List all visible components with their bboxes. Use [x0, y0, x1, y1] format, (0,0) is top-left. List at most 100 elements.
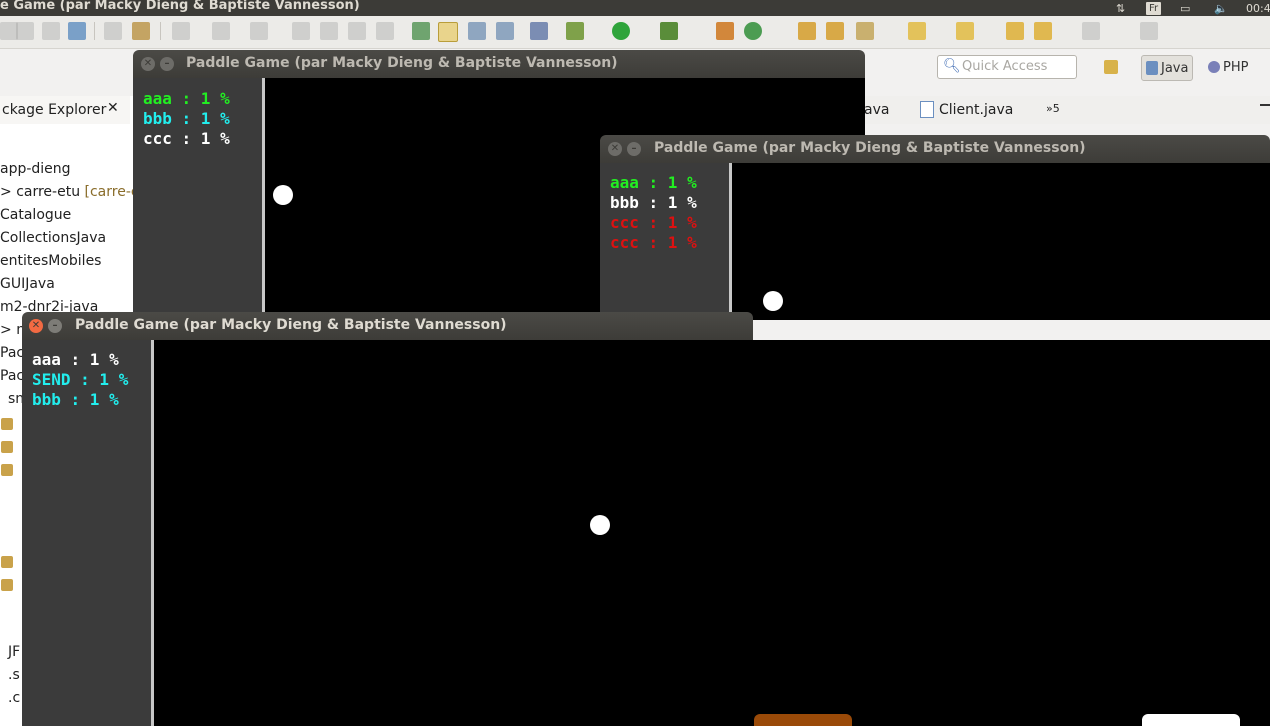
close-icon[interactable]: ✕: [107, 100, 119, 116]
use-step-filters-icon[interactable]: [250, 22, 268, 40]
package-icon: [1, 464, 13, 476]
open-type-icon[interactable]: [798, 22, 816, 40]
quick-access-placeholder: Quick Access: [962, 59, 1048, 74]
minimize-icon[interactable]: –: [48, 319, 62, 333]
package-icon: [1, 579, 13, 591]
score-panel: aaa : 1 % bbb : 1 % ccc : 1 % ccc : 1 %: [600, 163, 729, 320]
minimize-icon[interactable]: –: [627, 142, 641, 156]
last-edit-icon[interactable]: [1006, 22, 1024, 40]
active-window-title: e Game (par Macky Dieng & Baptiste Vanne…: [0, 0, 360, 13]
back-icon[interactable]: [1034, 22, 1052, 40]
coverage-icon[interactable]: [660, 22, 678, 40]
minimize-icon[interactable]: [1260, 104, 1270, 106]
score-line: ccc : 1 %: [610, 213, 697, 232]
score-panel: aaa : 1 % SEND : 1 % bbb : 1 %: [22, 340, 151, 726]
mark-occurrences-icon[interactable]: [438, 22, 458, 42]
package-item-catalogue[interactable]: Catalogue: [0, 207, 71, 223]
package-item[interactable]: sn: [0, 391, 24, 407]
toggle-breadcrumb-icon[interactable]: [104, 22, 122, 40]
paddle-white[interactable]: [1142, 714, 1240, 726]
paddle-game-window-active: ✕ – Paddle Game (par Macky Dieng & Bapti…: [22, 312, 1270, 726]
open-perspective-button[interactable]: [1100, 55, 1122, 79]
package-icon: [1, 418, 13, 430]
previous-annotation-icon[interactable]: [956, 22, 974, 40]
save-all-icon[interactable]: [42, 22, 60, 40]
debug-icon[interactable]: [566, 22, 584, 40]
package-item[interactable]: Pac: [0, 368, 24, 384]
package-item[interactable]: JF: [0, 644, 20, 660]
window-title: Paddle Game (par Macky Dieng & Baptiste …: [186, 55, 618, 71]
game-field[interactable]: [154, 340, 1270, 726]
save-icon[interactable]: [16, 22, 34, 40]
network-arrows-icon[interactable]: ⇅: [1116, 0, 1125, 16]
package-icon: [1, 441, 13, 453]
paddle-orange[interactable]: [754, 714, 852, 726]
package-item[interactable]: Pac: [0, 345, 24, 361]
package-icon: [1, 556, 13, 568]
ball: [763, 291, 783, 311]
new-java-project-icon[interactable]: [412, 22, 430, 40]
drop-to-frame-icon[interactable]: [172, 22, 190, 40]
ball: [590, 515, 610, 535]
new-package-icon[interactable]: [716, 22, 734, 40]
close-icon[interactable]: ✕: [608, 142, 622, 156]
score-line: SEND : 1 %: [32, 370, 129, 389]
disconnect-icon[interactable]: [376, 22, 394, 40]
package-item-carre-etu[interactable]: > carre-etu [carre-et: [0, 184, 145, 200]
window-title: Paddle Game (par Macky Dieng & Baptiste …: [75, 317, 507, 333]
battery-icon[interactable]: ▭: [1180, 0, 1190, 16]
next-annotation-icon[interactable]: [908, 22, 926, 40]
score-line: bbb : 1 %: [143, 109, 230, 128]
search-tool-icon[interactable]: [856, 22, 874, 40]
package-item-guijava[interactable]: GUIJava: [0, 276, 55, 292]
perspective-php[interactable]: PHP: [1204, 55, 1252, 79]
package-item[interactable]: .s: [0, 667, 20, 683]
editor-tab[interactable]: ava: [864, 102, 889, 118]
pin-icon[interactable]: [530, 22, 548, 40]
ball: [273, 185, 293, 205]
paragraph-icon[interactable]: [496, 22, 514, 40]
score-line: bbb : 1 %: [610, 193, 697, 212]
new-class-icon[interactable]: [744, 22, 762, 40]
open-task-icon[interactable]: [826, 22, 844, 40]
quick-access-input[interactable]: 🔍︎ Quick Access: [937, 55, 1077, 79]
print-icon[interactable]: [68, 22, 86, 40]
game-field[interactable]: [732, 163, 1270, 320]
close-icon[interactable]: ✕: [141, 57, 155, 71]
suspend-icon[interactable]: [320, 22, 338, 40]
more-tabs-button[interactable]: »5: [1046, 102, 1060, 115]
show-whitespace-icon[interactable]: [468, 22, 486, 40]
java-file-icon: [920, 101, 934, 118]
window-titlebar[interactable]: ✕ – Paddle Game (par Macky Dieng & Bapti…: [22, 312, 753, 340]
package-item-collectionsjava[interactable]: CollectionsJava: [0, 230, 106, 246]
forward-icon[interactable]: [1082, 22, 1100, 40]
run-icon[interactable]: [612, 22, 630, 40]
pin-editor-icon[interactable]: [1140, 22, 1158, 40]
perspective-java[interactable]: Java: [1141, 55, 1194, 81]
minimize-icon[interactable]: –: [160, 57, 174, 71]
window-titlebar[interactable]: ✕ – Paddle Game (par Macky Dieng & Bapti…: [133, 50, 865, 78]
volume-icon[interactable]: 🔈: [1214, 0, 1228, 16]
open-perspective-icon: [1104, 60, 1118, 74]
window-title: Paddle Game (par Macky Dieng & Baptiste …: [654, 140, 1086, 156]
eclipse-toolbar: [0, 16, 1270, 49]
score-line: ccc : 1 %: [610, 233, 697, 252]
keyboard-layout-indicator[interactable]: Fr: [1146, 0, 1162, 16]
step-return-icon[interactable]: [212, 22, 230, 40]
score-line: aaa : 1 %: [143, 89, 230, 108]
editor-tab-client-java[interactable]: Client.java: [939, 102, 1013, 118]
window-titlebar[interactable]: ✕ – Paddle Game (par Macky Dieng & Bapti…: [600, 135, 1270, 163]
clock[interactable]: 00:4: [1246, 0, 1270, 16]
package-explorer-tab[interactable]: ckage Explorer ✕: [0, 96, 130, 124]
close-icon[interactable]: ✕: [29, 319, 43, 333]
resume-icon[interactable]: [292, 22, 310, 40]
java-perspective-icon: [1146, 61, 1158, 75]
score-line: aaa : 1 %: [610, 173, 697, 192]
package-item[interactable]: .c: [0, 690, 20, 706]
system-top-bar: e Game (par Macky Dieng & Baptiste Vanne…: [0, 0, 1270, 16]
skip-breakpoints-icon[interactable]: [132, 22, 150, 40]
score-line: aaa : 1 %: [32, 350, 119, 369]
terminate-icon[interactable]: [348, 22, 366, 40]
package-item-entitesmobiles[interactable]: entitesMobiles: [0, 253, 101, 269]
package-item-app-dieng[interactable]: app-dieng: [0, 161, 71, 177]
